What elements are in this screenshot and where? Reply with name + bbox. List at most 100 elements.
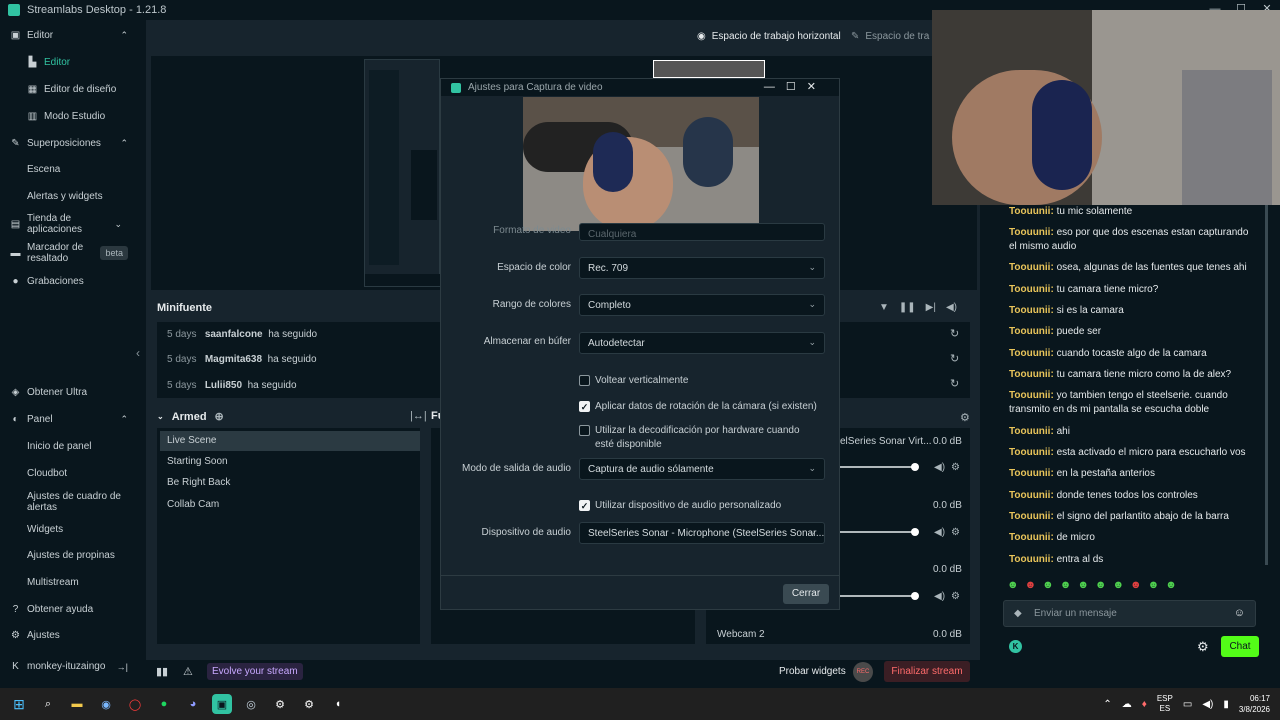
volume-knob[interactable]	[911, 592, 919, 600]
end-stream-button[interactable]: Finalizar stream	[884, 661, 970, 682]
chat-settings-icon[interactable]: ⚙	[1197, 639, 1209, 655]
color-range-select[interactable]: Completo ⌄	[579, 294, 825, 316]
sidebar-item-app-store[interactable]: ▤ Tienda de aplicaciones ⌄	[10, 213, 122, 235]
video-format-select[interactable]: Cualquiera	[579, 223, 825, 241]
record-button[interactable]: REC	[853, 662, 873, 682]
workspace-vertical-tab[interactable]: ✎ Espacio de tra	[851, 31, 929, 42]
evolve-button[interactable]: Evolve your stream	[207, 663, 303, 680]
sidebar-item-editor[interactable]: ▙ Editor	[27, 57, 128, 68]
emote-icon[interactable]: ☻	[1112, 579, 1124, 591]
volume-icon[interactable]: ◀)	[1202, 699, 1213, 710]
sidebar-item-layout-editor[interactable]: ▦ Editor de diseño	[27, 84, 128, 95]
close-button[interactable]: Cerrar	[783, 584, 829, 604]
sidebar-item-cloudbot[interactable]: Cloudbot	[27, 468, 128, 479]
chat-scrollbar[interactable]	[1265, 205, 1268, 565]
audio-device-select[interactable]: SteelSeries Sonar - Microphone (SteelSer…	[579, 522, 825, 544]
mute-icon[interactable]: ◀)	[934, 462, 945, 473]
sidebar-section-panel[interactable]: ◐ Panel ⌃	[10, 414, 128, 425]
chat-send-button[interactable]: Chat	[1221, 636, 1259, 657]
chat-input[interactable]: ◆ Enviar un mensaje ☺	[1003, 600, 1256, 627]
sidebar-section-overlays[interactable]: ✎ Superposiciones ⌃	[10, 138, 128, 149]
chevron-up-icon[interactable]: ⌃	[1103, 699, 1111, 710]
emote-icon[interactable]: ☻	[1042, 579, 1054, 591]
flip-vertical-checkbox[interactable]	[579, 375, 590, 386]
scene-collection-header[interactable]: ⌄ Armed ⊕	[157, 410, 224, 424]
volume-slider[interactable]	[840, 466, 915, 468]
emote-icon[interactable]: ☻	[1060, 579, 1072, 591]
steam-icon[interactable]: ◎	[241, 694, 261, 714]
gear-icon[interactable]: ⚙	[299, 694, 319, 714]
sidebar-section-editor[interactable]: ▣ Editor ⌃	[10, 30, 128, 41]
discord-icon[interactable]: ◕	[183, 694, 203, 714]
emote-icon[interactable]: ☻	[1095, 579, 1107, 591]
speaker-icon[interactable]: ◀)	[946, 302, 957, 313]
sidebar-item-recordings[interactable]: ● Grabaciones	[10, 276, 128, 287]
scene-transition-icon[interactable]: |↔|	[410, 410, 427, 422]
sidebar-item-multistream[interactable]: Multistream	[27, 577, 128, 588]
gear-icon[interactable]: ⚙	[951, 527, 960, 538]
stats-icon[interactable]: ▮▮	[156, 665, 168, 678]
dialog-window-controls[interactable]: —☐✕	[764, 80, 827, 93]
workspace-horizontal-tab[interactable]: ◉ Espacio de trabajo horizontal	[697, 31, 841, 42]
sidebar-item-scene[interactable]: Escena	[27, 164, 128, 175]
emote-icon[interactable]: ☻	[1148, 579, 1160, 591]
clock[interactable]: 06:17 3/8/2026	[1239, 693, 1270, 715]
scene-item[interactable]: Live Scene	[167, 435, 216, 446]
browser-icon[interactable]: ◉	[96, 694, 116, 714]
network-icon[interactable]: ▭	[1183, 699, 1192, 710]
gear-icon[interactable]: ⚙	[951, 591, 960, 602]
replay-icon[interactable]: ↻	[950, 377, 959, 390]
sidebar-user[interactable]: Kmonkey-ituzaingo →|	[10, 661, 128, 672]
color-space-select[interactable]: Rec. 709 ⌄	[579, 257, 825, 279]
replay-icon[interactable]: ↻	[950, 352, 959, 365]
emote-icon[interactable]: ☻	[1130, 579, 1142, 591]
sidebar-item-alerts[interactable]: Alertas y widgets	[27, 191, 128, 202]
hw-decoding-checkbox[interactable]	[579, 425, 590, 436]
sidebar-item-studio-mode[interactable]: ▥ Modo Estudio	[27, 111, 128, 122]
sidebar-item-widgets[interactable]: Widgets	[27, 524, 128, 535]
add-scene-icon[interactable]: ⊕	[215, 410, 224, 423]
apply-rotation-checkbox[interactable]: ✓	[579, 401, 590, 412]
sidebar-item-help[interactable]: ? Obtener ayuda	[10, 604, 128, 615]
gear-icon[interactable]: ⚙	[951, 462, 960, 473]
test-widgets-button[interactable]: Probar widgets	[779, 666, 846, 677]
volume-slider[interactable]	[840, 531, 915, 533]
buffering-select[interactable]: Autodetectar ⌄	[579, 332, 825, 354]
cloud-icon[interactable]: ☁	[1122, 699, 1132, 710]
search-icon[interactable]: ⌕	[38, 694, 58, 714]
emoji-icon[interactable]: ☺	[1234, 607, 1245, 619]
emote-icon[interactable]: ☻	[1007, 579, 1019, 591]
sidebar-item-alertbox[interactable]: Ajustes de cuadro de alertas	[27, 491, 127, 513]
opera-icon[interactable]: ◯	[125, 694, 145, 714]
windows-start-icon[interactable]: ⊞	[9, 694, 29, 714]
emote-icon[interactable]: ☻	[1025, 579, 1037, 591]
collapse-sidebar-icon[interactable]: ‹	[136, 346, 140, 360]
volume-slider[interactable]	[840, 595, 915, 597]
streamlabs-taskbar-icon[interactable]: ▣	[212, 694, 232, 714]
skip-icon[interactable]: ▶|	[926, 302, 936, 313]
file-explorer-icon[interactable]: ▬	[67, 694, 87, 714]
emote-icon[interactable]: ☻	[1165, 579, 1177, 591]
mic-icon[interactable]: ♦	[1142, 699, 1147, 710]
volume-knob[interactable]	[911, 528, 919, 536]
settings-icon[interactable]: ⚙	[270, 694, 290, 714]
battery-icon[interactable]: ▮	[1223, 699, 1229, 710]
mute-icon[interactable]: ◀)	[934, 591, 945, 602]
pause-icon[interactable]: ❚❚	[899, 302, 916, 313]
sidebar-item-tips[interactable]: Ajustes de propinas	[27, 550, 128, 561]
emote-icon[interactable]: ☻	[1077, 579, 1089, 591]
mute-icon[interactable]: ◀)	[934, 527, 945, 538]
filter-icon[interactable]: ▼	[879, 302, 889, 313]
logout-icon[interactable]: →|	[117, 662, 128, 672]
sidebar-item-dashboard-home[interactable]: Inicio de panel	[27, 441, 128, 452]
language-indicator[interactable]: ESP ES	[1157, 694, 1173, 714]
scene-item[interactable]: Starting Soon	[167, 456, 228, 467]
scene-item[interactable]: Collab Cam	[167, 499, 219, 510]
replay-icon[interactable]: ↻	[950, 327, 959, 340]
source-selection-frame[interactable]	[653, 60, 765, 78]
spotify-icon[interactable]: ●	[154, 694, 174, 714]
mixer-settings-icon[interactable]: ⚙	[960, 411, 970, 424]
custom-audio-checkbox[interactable]: ✓	[579, 500, 590, 511]
audio-output-select[interactable]: Captura de audio sólamente ⌄	[579, 458, 825, 480]
alert-icon[interactable]: ⚠	[183, 665, 193, 678]
